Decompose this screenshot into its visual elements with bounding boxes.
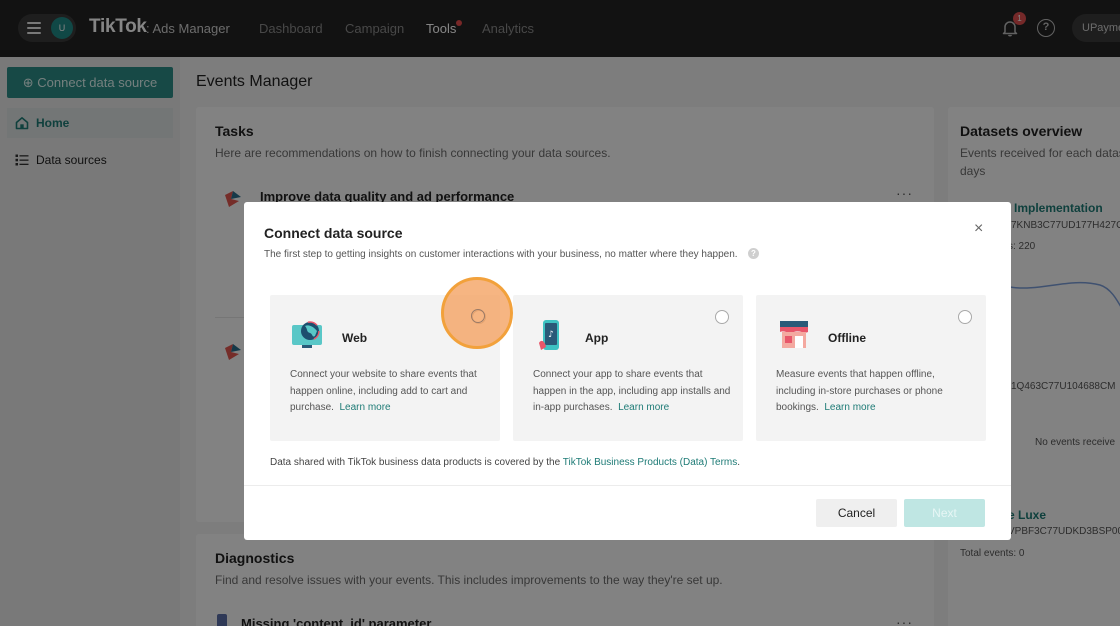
connect-data-source-dialog: Connect data source The first step to ge… [244,202,1011,540]
option-label: App [585,331,609,345]
dialog-footer-divider [244,485,1011,486]
info-icon[interactable]: ? [748,248,759,259]
learn-more-link[interactable]: Learn more [339,402,390,413]
option-app-radio[interactable] [715,310,729,324]
next-button[interactable]: Next [904,499,985,527]
option-offline-radio[interactable] [958,310,972,324]
app-phone-icon: ♪ [539,320,559,350]
dialog-subtitle: The first step to getting insights on cu… [264,249,738,260]
terms-link[interactable]: TikTok Business Products (Data) Terms [563,457,738,468]
dialog-title: Connect data source [264,225,403,241]
close-icon[interactable]: × [974,220,983,238]
option-description: Connect your website to share events tha… [290,369,477,413]
option-label: Web [342,331,368,345]
option-description: Connect your app to share events that ha… [533,369,731,413]
option-description: Measure events that happen offline, incl… [776,369,943,413]
option-app[interactable]: ♪ App Connect your app to share events t… [513,295,743,441]
option-web-radio-highlight[interactable] [471,309,485,323]
offline-store-icon [780,321,808,348]
learn-more-link[interactable]: Learn more [824,402,875,413]
option-offline[interactable]: Offline Measure events that happen offli… [756,295,986,441]
terms-notice: Data shared with TikTok business data pr… [270,457,741,468]
cancel-button[interactable]: Cancel [816,499,897,527]
option-label: Offline [828,331,866,345]
svg-text:♪: ♪ [548,330,554,340]
learn-more-link[interactable]: Learn more [618,402,669,413]
web-globe-icon [292,321,322,348]
